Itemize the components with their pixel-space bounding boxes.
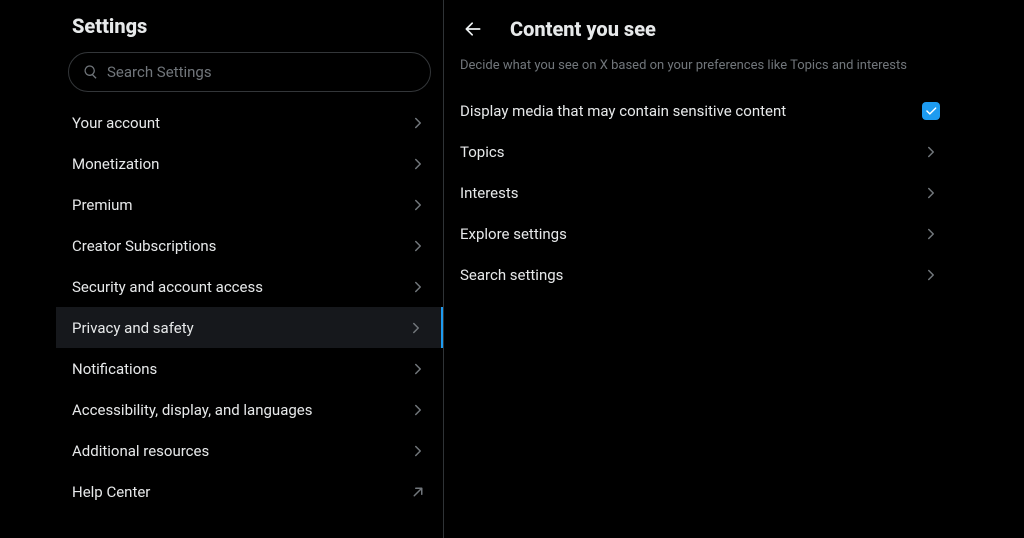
nav-help-center[interactable]: Help Center: [56, 471, 443, 512]
opt-label: Interests: [460, 184, 519, 202]
nav-monetization[interactable]: Monetization: [56, 143, 443, 184]
content-subtitle: Decide what you see on X based on your p…: [444, 52, 956, 91]
left-gutter: [0, 0, 56, 538]
chevron-right-icon: [407, 319, 425, 337]
nav-additional-resources[interactable]: Additional resources: [56, 430, 443, 471]
settings-panel: Settings Your account Monetization Premi…: [56, 0, 444, 538]
nav-creator-subscriptions[interactable]: Creator Subscriptions: [56, 225, 443, 266]
opt-sensitive-media[interactable]: Display media that may contain sensitive…: [444, 91, 956, 132]
settings-nav: Your account Monetization Premium Creato…: [56, 102, 443, 512]
chevron-right-icon: [922, 143, 940, 161]
opt-label: Display media that may contain sensitive…: [460, 102, 786, 120]
chevron-right-icon: [409, 196, 427, 214]
chevron-right-icon: [409, 237, 427, 255]
content-header: Content you see: [444, 8, 956, 52]
nav-label: Notifications: [72, 360, 157, 378]
nav-privacy-safety[interactable]: Privacy and safety: [56, 307, 443, 348]
content-title: Content you see: [510, 17, 656, 41]
search-input[interactable]: [107, 63, 416, 81]
chevron-right-icon: [922, 184, 940, 202]
nav-premium[interactable]: Premium: [56, 184, 443, 225]
search-wrap: [56, 52, 443, 102]
opt-label: Explore settings: [460, 225, 567, 243]
back-button[interactable]: [456, 12, 490, 46]
chevron-right-icon: [922, 225, 940, 243]
opt-topics[interactable]: Topics: [444, 132, 956, 173]
search-icon: [83, 64, 99, 80]
settings-title: Settings: [56, 8, 443, 52]
sensitive-checkbox[interactable]: [922, 102, 940, 120]
nav-label: Help Center: [72, 483, 150, 501]
nav-label: Additional resources: [72, 442, 209, 460]
nav-label: Creator Subscriptions: [72, 237, 216, 255]
opt-label: Topics: [460, 143, 504, 161]
nav-label: Accessibility, display, and languages: [72, 401, 312, 419]
chevron-right-icon: [409, 442, 427, 460]
arrow-left-icon: [463, 19, 483, 39]
opt-search-settings[interactable]: Search settings: [444, 255, 956, 296]
external-link-icon: [409, 483, 427, 501]
nav-label: Your account: [72, 114, 160, 132]
chevron-right-icon: [409, 114, 427, 132]
nav-label: Monetization: [72, 155, 159, 173]
chevron-right-icon: [922, 266, 940, 284]
nav-label: Security and account access: [72, 278, 263, 296]
nav-label: Premium: [72, 196, 133, 214]
nav-label: Privacy and safety: [72, 319, 194, 337]
chevron-right-icon: [409, 155, 427, 173]
opt-interests[interactable]: Interests: [444, 173, 956, 214]
content-options: Display media that may contain sensitive…: [444, 91, 956, 296]
chevron-right-icon: [409, 401, 427, 419]
nav-notifications[interactable]: Notifications: [56, 348, 443, 389]
nav-security-access[interactable]: Security and account access: [56, 266, 443, 307]
nav-accessibility[interactable]: Accessibility, display, and languages: [56, 389, 443, 430]
right-gutter: [956, 0, 1024, 538]
chevron-right-icon: [409, 360, 427, 378]
nav-your-account[interactable]: Your account: [56, 102, 443, 143]
opt-label: Search settings: [460, 266, 563, 284]
opt-explore-settings[interactable]: Explore settings: [444, 214, 956, 255]
search-box[interactable]: [68, 52, 431, 92]
chevron-right-icon: [409, 278, 427, 296]
content-panel: Content you see Decide what you see on X…: [444, 0, 956, 538]
check-icon: [924, 104, 938, 118]
